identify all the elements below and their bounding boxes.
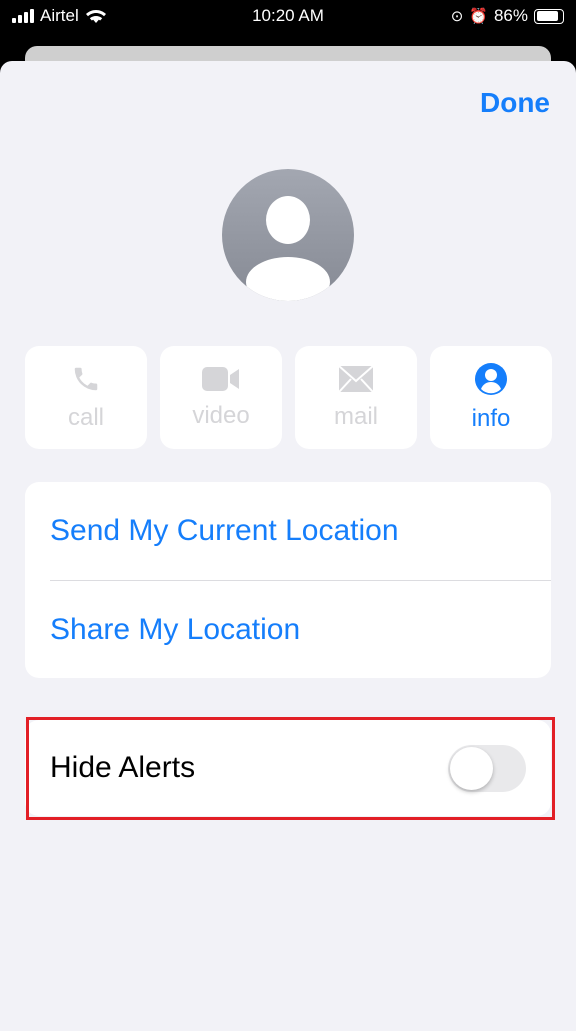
- highlight-box: [26, 717, 555, 820]
- phone-icon: [74, 367, 98, 390]
- video-camera-icon: [202, 366, 239, 391]
- battery-icon: [534, 8, 564, 24]
- avatar: [222, 169, 354, 301]
- envelope-icon: [338, 364, 374, 393]
- send-current-location-button[interactable]: Send My Current Location: [25, 482, 551, 580]
- battery-percent: 86%: [493, 6, 528, 25]
- mail-label: mail: [333, 402, 378, 430]
- contact-details-sheet: Done call video mail info Send My Curren…: [0, 61, 576, 1031]
- done-button[interactable]: Done: [480, 87, 550, 119]
- share-location-button[interactable]: Share My Location: [25, 581, 551, 679]
- call-label: call: [67, 403, 104, 431]
- info-button[interactable]: info: [430, 346, 552, 449]
- video-label: video: [192, 401, 250, 429]
- call-button[interactable]: call: [25, 346, 147, 449]
- person-circle-icon: [475, 362, 507, 395]
- alarm-icon: ⏰: [469, 8, 488, 25]
- status-bar: Airtel 10:20 AM ⊙ ⏰ 86%: [0, 0, 576, 34]
- action-buttons: call video mail info: [25, 346, 552, 449]
- info-label: info: [471, 404, 511, 432]
- video-button[interactable]: video: [160, 346, 282, 449]
- orientation-lock-icon: ⊙: [450, 8, 464, 25]
- mail-button[interactable]: mail: [295, 346, 417, 449]
- location-card: Send My Current Location Share My Locati…: [25, 482, 551, 678]
